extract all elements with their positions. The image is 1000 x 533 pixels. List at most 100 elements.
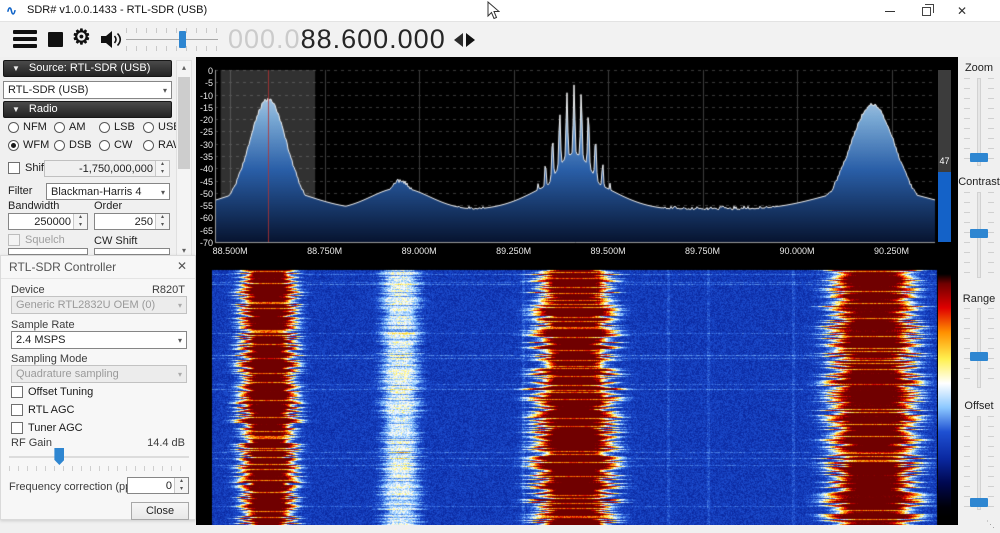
volume-ticks-bottom — [126, 46, 218, 51]
range-slider-thumb[interactable] — [970, 352, 988, 361]
shift-value-spinner: -1,750,000,000 ▴▾ — [44, 160, 170, 177]
radio-mode-label: AM — [69, 121, 86, 133]
device-label: Device — [11, 284, 45, 296]
stop-button[interactable] — [48, 32, 63, 47]
checkbox-box[interactable] — [11, 404, 23, 416]
sample-rate-label: Sample Rate — [11, 319, 75, 331]
frequency-display[interactable]: 000.088.600.000 — [228, 22, 475, 57]
spinner-arrows-icon[interactable]: ▴▾ — [174, 478, 188, 493]
source-device-dropdown[interactable]: RTL-SDR (USB)▾ — [3, 81, 172, 99]
frequency-step-up-icon[interactable] — [466, 33, 475, 47]
db-axis-label: -15 — [196, 103, 213, 113]
order-spinner[interactable]: 250 ▴▾ — [94, 213, 170, 230]
device-dropdown: Generic RTL2832U OEM (0)▾ — [11, 296, 187, 314]
radio-mode-cw[interactable]: CW — [99, 139, 132, 151]
radio-button-icon[interactable] — [8, 122, 19, 133]
offset-slider-thumb[interactable] — [970, 498, 988, 507]
order-value: 250 — [135, 215, 153, 229]
radio-panel-header[interactable]: ▼Radio — [3, 101, 172, 118]
minimize-button[interactable] — [872, 0, 908, 22]
bandwidth-value: 250000 — [34, 215, 71, 229]
signal-meter-value: 47 — [938, 156, 951, 166]
chevron-down-icon: ▾ — [178, 367, 182, 383]
checkbox-box[interactable] — [11, 386, 23, 398]
source-header-label: Source: RTL-SDR (USB) — [29, 62, 150, 74]
bandwidth-spinner[interactable]: 250000 ▴▾ — [8, 213, 88, 230]
radio-mode-lsb[interactable]: LSB — [99, 121, 135, 133]
spinner-arrows-icon: ▴▾ — [155, 161, 169, 176]
offset-slider-track[interactable] — [977, 416, 981, 510]
radio-button-icon[interactable] — [8, 140, 19, 151]
order-label: Order — [94, 200, 122, 212]
panel-scrollbar[interactable]: ▴ ▾ — [176, 60, 192, 258]
controller-close-icon[interactable]: ✕ — [177, 259, 187, 273]
spinner-arrows-icon[interactable]: ▴▾ — [73, 214, 87, 229]
spinner-arrows-icon[interactable]: ▴▾ — [155, 214, 169, 229]
offset-tuning-checkbox[interactable]: Offset Tuning — [11, 386, 93, 398]
radio-button-icon[interactable] — [54, 140, 65, 151]
audio-mute-button[interactable] — [100, 30, 124, 49]
squelch-checkbox[interactable]: Squelch — [8, 234, 65, 246]
rtl-agc-checkbox[interactable]: RTL AGC — [11, 404, 74, 416]
volume-slider[interactable] — [126, 22, 218, 57]
spectrum-analyzer[interactable]: 47 0-5-10-15-20-25-30-35-40-45-50-55-60-… — [196, 57, 958, 268]
frequency-correction-spinner[interactable]: 0 ▴▾ — [127, 477, 189, 494]
contrast-slider-thumb[interactable] — [970, 229, 988, 238]
menu-button[interactable] — [13, 30, 37, 51]
radio-header-label: Radio — [29, 103, 58, 115]
squelch-checkbox-box — [8, 234, 20, 246]
scroll-up-icon[interactable]: ▴ — [177, 63, 191, 72]
radio-button-icon[interactable] — [143, 140, 154, 151]
radio-button-icon[interactable] — [99, 122, 110, 133]
spectrum-plot[interactable] — [196, 57, 958, 268]
source-panel-header[interactable]: ▼ Source: RTL-SDR (USB) — [3, 60, 172, 77]
zoom-slider-thumb[interactable] — [970, 153, 988, 162]
db-axis-label: -55 — [196, 201, 213, 211]
chevron-down-icon: ▾ — [178, 298, 182, 314]
radio-mode-nfm[interactable]: NFM — [8, 121, 47, 133]
radio-mode-usb[interactable]: USB — [143, 121, 181, 133]
db-axis-label: -20 — [196, 115, 213, 125]
cw-shift-spinner-clipped — [94, 248, 170, 255]
waterfall-plot[interactable] — [196, 268, 958, 525]
frequency-value[interactable]: 88.600.000 — [301, 24, 446, 55]
resize-grip[interactable]: ⋱ — [986, 519, 995, 530]
tuner-agc-checkbox[interactable]: Tuner AGC — [11, 422, 83, 434]
scrollbar-thumb[interactable] — [178, 77, 190, 169]
restore-button[interactable] — [908, 0, 944, 22]
radio-button-icon[interactable] — [99, 140, 110, 151]
radio-mode-wfm[interactable]: WFM — [8, 139, 49, 151]
shift-checkbox-box[interactable] — [8, 162, 20, 174]
rf-gain-slider-thumb[interactable] — [54, 448, 64, 465]
freq-axis-label: 90.000M — [780, 246, 815, 256]
range-slider-track[interactable] — [977, 308, 981, 388]
rf-gain-slider-track[interactable] — [9, 456, 189, 458]
signal-meter-fill — [938, 172, 951, 242]
squelch-spinner-clipped — [8, 248, 88, 255]
shift-checkbox[interactable]: Shift — [8, 162, 47, 174]
radio-button-icon[interactable] — [54, 122, 65, 133]
filter-dropdown[interactable]: Blackman-Harris 4▾ — [46, 183, 170, 200]
collapse-arrow-icon: ▼ — [12, 61, 20, 76]
settings-gear-button[interactable]: ⚙ — [72, 25, 91, 50]
checkbox-box[interactable] — [11, 422, 23, 434]
contrast-slider-label: Contrast — [958, 176, 1000, 188]
volume-thumb[interactable] — [179, 31, 186, 48]
title-bar[interactable]: ∿ SDR# v1.0.0.1433 - RTL-SDR (USB) ✕ — [0, 0, 1000, 22]
rf-gain-ticks — [9, 466, 189, 471]
waterfall-display[interactable] — [196, 268, 958, 525]
controller-close-button[interactable]: Close — [131, 502, 189, 520]
radio-button-icon[interactable] — [143, 122, 154, 133]
close-icon: ✕ — [957, 4, 967, 18]
sample-rate-dropdown[interactable]: 2.4 MSPS▾ — [11, 331, 187, 349]
waterfall-colorbar — [938, 274, 951, 517]
device-value: R820T — [152, 284, 185, 296]
db-axis-label: 0 — [196, 66, 213, 76]
db-axis-label: -70 — [196, 238, 213, 248]
close-button[interactable]: ✕ — [944, 0, 980, 22]
radio-mode-dsb[interactable]: DSB — [54, 139, 92, 151]
frequency-step-down-icon[interactable] — [454, 33, 463, 47]
scroll-down-icon[interactable]: ▾ — [177, 246, 191, 255]
radio-mode-am[interactable]: AM — [54, 121, 86, 133]
db-axis-label: -50 — [196, 189, 213, 199]
